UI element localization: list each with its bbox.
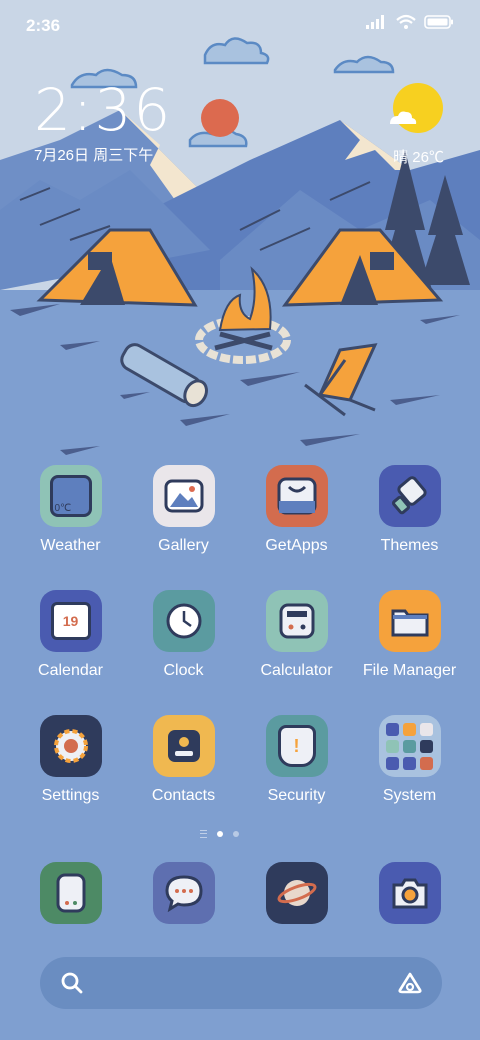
folder-mini-app <box>403 756 416 770</box>
status-icons <box>366 14 454 30</box>
folder-mini-app <box>386 739 399 753</box>
messages-icon <box>165 875 203 912</box>
folder-mini-app <box>420 739 433 753</box>
calendar-icon: 19 <box>39 590 102 652</box>
folder-mini-app <box>420 756 433 770</box>
contacts-icon <box>152 715 215 777</box>
dock-camera[interactable] <box>379 862 441 924</box>
browser-icon <box>277 880 317 906</box>
widget-time: 2:36 <box>34 76 173 144</box>
app-label: Calculator <box>260 662 333 679</box>
folder-mini-app <box>386 722 399 736</box>
search-icon[interactable] <box>60 971 84 995</box>
file-manager-icon <box>378 590 441 652</box>
clock-widget[interactable]: 2:36 7月26日 周三下午 <box>34 80 172 165</box>
app-contacts[interactable]: Contacts <box>127 715 240 805</box>
app-label: System <box>382 787 437 804</box>
app-label: Security <box>267 787 326 804</box>
app-weather[interactable]: 0℃ Weather <box>14 465 127 555</box>
app-label: GetApps <box>265 537 328 554</box>
widget-date: 7月26日 周三下午 <box>34 147 154 164</box>
app-label: Weather <box>40 537 101 554</box>
dock-phone[interactable] <box>40 862 102 924</box>
app-settings[interactable]: Settings <box>14 715 127 805</box>
folder-mini-app <box>420 722 433 736</box>
page-dot-active[interactable] <box>217 831 223 837</box>
app-calendar[interactable]: 19 Calendar <box>14 590 127 680</box>
wifi-icon <box>396 14 416 29</box>
sunny-icon <box>390 83 443 133</box>
clock-icon <box>152 590 215 652</box>
app-security[interactable]: ! Security <box>240 715 353 805</box>
folder-mini-app <box>386 756 399 770</box>
phone-icon <box>56 873 86 913</box>
app-gallery[interactable]: Gallery <box>127 465 240 555</box>
status-bar: 2:36 <box>0 0 480 50</box>
dock-messages[interactable] <box>153 862 215 924</box>
calendar-badge: 19 <box>62 613 79 629</box>
search-bar[interactable] <box>40 957 442 1009</box>
app-themes[interactable]: Themes <box>353 465 466 555</box>
weather-badge: 0℃ <box>54 503 72 514</box>
page-dot[interactable] <box>233 831 239 837</box>
weather-summary: 晴 26℃ <box>393 149 444 166</box>
folder-mini-app <box>403 739 416 753</box>
dock-browser[interactable] <box>266 862 328 924</box>
minus-one-screen-indicator[interactable] <box>200 830 207 838</box>
app-clock[interactable]: Clock <box>127 590 240 680</box>
calculator-icon <box>265 590 328 652</box>
app-file-manager[interactable]: File Manager <box>353 590 466 680</box>
security-badge: ! <box>293 735 300 756</box>
gallery-icon <box>152 465 215 527</box>
folder-mini-app <box>403 722 416 736</box>
assistant-icon[interactable] <box>396 971 424 995</box>
getapps-icon <box>265 465 328 527</box>
system-folder-icon <box>378 715 441 777</box>
app-label: Calendar <box>38 662 103 679</box>
app-label: Settings <box>41 787 100 804</box>
battery-icon <box>424 15 453 29</box>
status-time: 2:36 <box>26 16 61 35</box>
app-getapps[interactable]: GetApps <box>240 465 353 555</box>
app-label: Themes <box>380 537 439 554</box>
app-label: File Manager <box>362 662 457 679</box>
app-label: Clock <box>163 662 204 679</box>
signal-icon <box>366 15 384 29</box>
app-calculator[interactable]: Calculator <box>240 590 353 680</box>
settings-icon <box>39 715 102 777</box>
app-label: Gallery <box>158 537 209 554</box>
app-system-folder[interactable]: System <box>353 715 466 805</box>
page-indicator[interactable] <box>200 830 239 838</box>
themes-icon <box>378 465 441 527</box>
weather-widget[interactable]: 晴 26℃ <box>384 82 444 166</box>
security-icon: ! <box>265 715 328 777</box>
app-label: Contacts <box>151 787 216 804</box>
weather-icon: 0℃ <box>39 465 102 527</box>
camera-icon <box>392 878 428 909</box>
